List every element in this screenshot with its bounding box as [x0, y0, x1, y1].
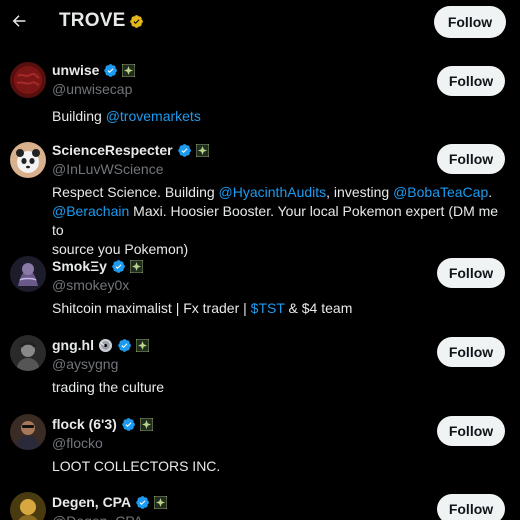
follow-button-header[interactable]: Follow	[434, 6, 506, 38]
affiliate-badge-icon[interactable]	[139, 417, 153, 431]
bio-text: LOOT COLLECTORS INC.	[52, 458, 221, 474]
title-group: TROVE	[59, 10, 144, 32]
follow-button[interactable]: Follow	[437, 66, 505, 96]
affiliate-badge-icon[interactable]	[195, 143, 209, 157]
user-name[interactable]: SmokΞy	[52, 258, 107, 274]
bio-text: Shitcoin maximalist | Fx trader |	[52, 300, 251, 316]
page-title: TROVE	[59, 10, 126, 31]
affiliate-badge-icon[interactable]	[136, 338, 149, 352]
user-name[interactable]: Degen, CPA	[52, 494, 131, 510]
top-bar: TROVE Follow	[0, 0, 520, 46]
affiliate-badge-icon[interactable]	[129, 259, 143, 273]
avatar[interactable]	[10, 335, 46, 371]
avatar[interactable]	[10, 414, 46, 450]
arrow-left-icon	[12, 15, 26, 27]
verified-badge-icon	[118, 338, 131, 352]
follow-button[interactable]: Follow	[437, 258, 505, 288]
follow-button[interactable]: Follow	[437, 494, 505, 520]
bio-text: & $4 team	[284, 300, 353, 316]
user-name[interactable]: flock (6'3)	[52, 416, 117, 432]
bio-mention-link[interactable]: @trovemarkets	[106, 108, 201, 124]
bio-text: trading the culture	[52, 379, 165, 395]
bio-mention-link[interactable]: @HyacinthAudits	[219, 184, 327, 200]
disc-emoji-icon	[98, 338, 113, 352]
user-bio: trading the culture	[52, 378, 510, 397]
user-name[interactable]: ScienceRespecter	[52, 142, 173, 158]
gold-verified-icon	[130, 14, 144, 28]
user-bio: Respect Science. Building @HyacinthAudit…	[52, 183, 510, 259]
avatar[interactable]	[10, 142, 46, 178]
follow-button[interactable]: Follow	[437, 144, 505, 174]
follow-button[interactable]: Follow	[437, 337, 505, 367]
bio-text: .	[488, 184, 493, 200]
user-bio: Shitcoin maximalist | Fx trader | $TST &…	[52, 299, 510, 318]
verified-badge-icon	[112, 259, 125, 273]
verified-badge-icon	[122, 417, 135, 431]
bio-mention-link[interactable]: @Berachain	[52, 203, 129, 219]
avatar[interactable]	[10, 256, 46, 292]
cashtag-link[interactable]: $TST	[251, 300, 285, 316]
verified-badge-icon	[136, 495, 150, 509]
verified-badge-icon	[177, 143, 191, 157]
user-name[interactable]: gng.hl	[52, 337, 94, 353]
back-button[interactable]	[8, 8, 30, 34]
bio-text: , investing	[326, 184, 394, 200]
follow-button[interactable]: Follow	[437, 416, 505, 446]
avatar[interactable]	[10, 492, 46, 520]
bio-text: source you Pokemon)	[52, 241, 189, 257]
bio-text: Respect Science. Building	[52, 184, 219, 200]
user-name[interactable]: unwise	[52, 62, 99, 78]
affiliate-badge-icon[interactable]	[122, 63, 136, 77]
user-bio: Building @trovemarkets	[52, 107, 510, 126]
bio-mention-link[interactable]: @BobaTeaCap	[393, 184, 488, 200]
verified-badge-icon	[104, 63, 118, 77]
avatar[interactable]	[10, 62, 46, 98]
user-bio: LOOT COLLECTORS INC.	[52, 457, 510, 476]
affiliate-badge-icon[interactable]	[154, 495, 168, 509]
bio-text: Building	[52, 108, 106, 124]
